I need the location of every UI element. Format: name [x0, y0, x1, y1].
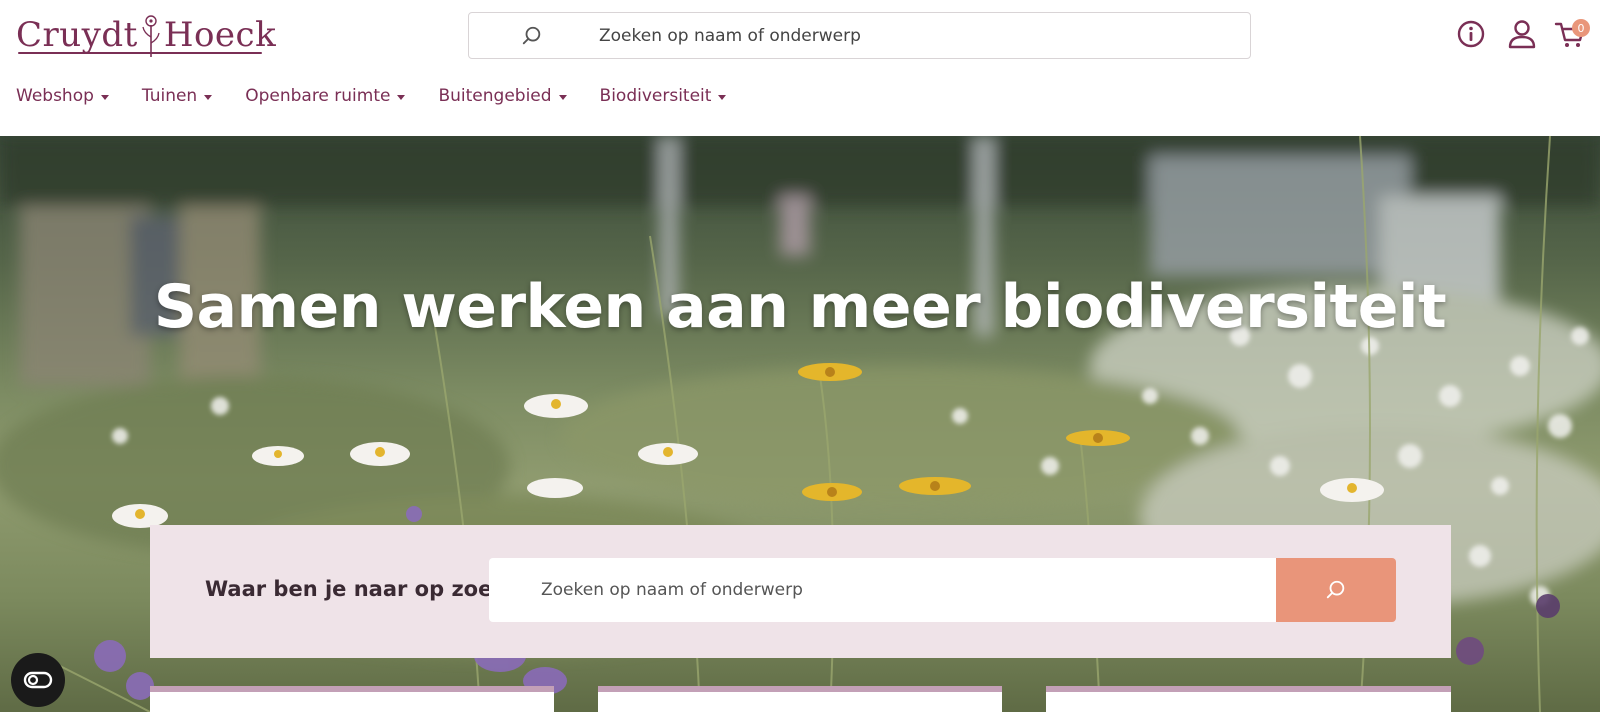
logo-text-right: Hoeck — [163, 15, 277, 55]
main-nav: Webshop Tuinen Openbare ruimte Buitengeb… — [16, 86, 759, 106]
flower-sprig-icon — [142, 15, 160, 57]
hero-search-label: Waar ben je naar op zoek? — [205, 577, 519, 601]
caret-down-icon — [558, 94, 567, 100]
nav-item-label: Webshop — [16, 86, 94, 106]
nav-item-openbare-ruimte[interactable]: Openbare ruimte — [245, 86, 406, 106]
nav-item-label: Buitengebied — [438, 86, 552, 106]
search-icon[interactable] — [521, 25, 543, 47]
site-header: Cruydt Hoeck 0 Webshop — [0, 0, 1600, 136]
hero-search-input[interactable] — [541, 576, 1241, 604]
nav-item-label: Openbare ruimte — [245, 86, 391, 106]
nav-item-tuinen[interactable]: Tuinen — [141, 86, 213, 106]
search-icon — [1326, 580, 1345, 599]
nav-item-label: Biodiversiteit — [599, 86, 712, 106]
header-search-input[interactable] — [599, 21, 1219, 51]
category-card[interactable] — [1046, 686, 1451, 712]
header-search — [468, 12, 1251, 59]
hero-search-panel: Waar ben je naar op zoek? — [150, 525, 1451, 658]
accessibility-button[interactable] — [11, 653, 65, 707]
nav-item-biodiversiteit[interactable]: Biodiversiteit — [600, 86, 727, 106]
caret-down-icon — [204, 94, 213, 100]
nav-item-buitengebied[interactable]: Buitengebied — [438, 86, 567, 106]
category-card[interactable] — [598, 686, 1002, 712]
nav-item-webshop[interactable]: Webshop — [16, 86, 109, 106]
caret-down-icon — [100, 94, 109, 100]
user-icon[interactable] — [1506, 18, 1538, 50]
caret-down-icon — [718, 94, 727, 100]
logo-text-left: Cruydt — [16, 15, 138, 55]
hero-search-button[interactable] — [1276, 558, 1396, 622]
nav-item-label: Tuinen — [141, 86, 198, 106]
category-card[interactable] — [150, 686, 554, 712]
accessibility-toggle-icon — [23, 671, 53, 689]
logo-underline — [18, 52, 262, 54]
info-icon[interactable] — [1455, 18, 1487, 50]
cart-count-badge: 0 — [1572, 19, 1590, 37]
hero-title: Samen werken aan meer biodiversiteit — [153, 272, 1447, 342]
caret-down-icon — [397, 94, 406, 100]
hero-search-field — [489, 558, 1276, 622]
